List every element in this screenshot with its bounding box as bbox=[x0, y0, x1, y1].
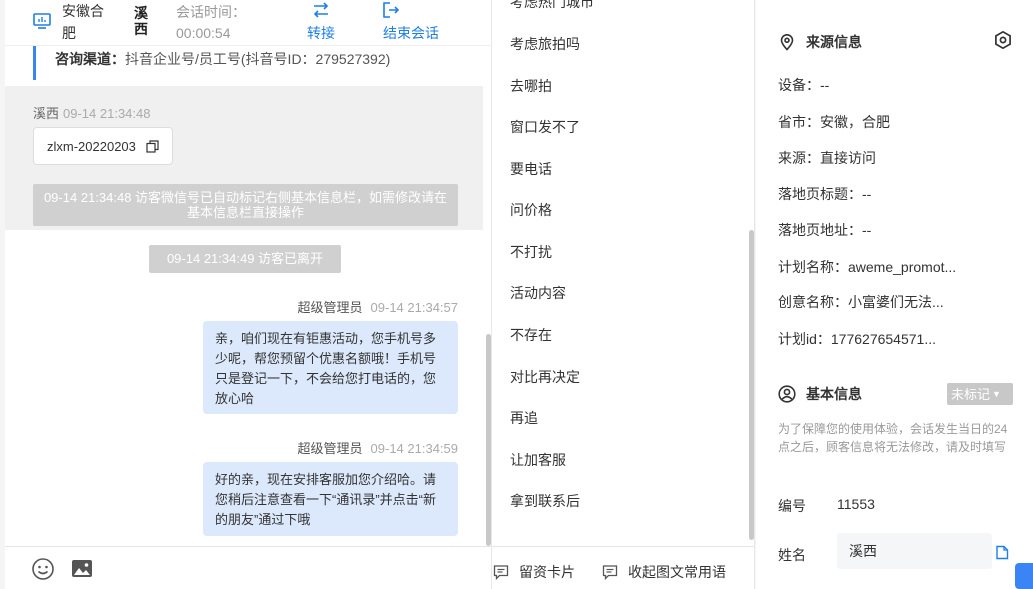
quick-reply-item[interactable]: 拿到联系后 bbox=[510, 491, 580, 511]
quick-reply-item[interactable]: 活动内容 bbox=[510, 283, 566, 303]
user-circle-icon bbox=[778, 385, 796, 403]
name-label: 姓名 bbox=[778, 547, 806, 563]
session-time-label: 会话时间： bbox=[176, 4, 246, 20]
agent-message-bubble: 亲，咱们现在有钜惠活动，您手机号多少呢，帮您预留个优惠名额哦！手机号只是登记一下… bbox=[203, 321, 458, 414]
quick-reply-scrollbar[interactable] bbox=[749, 230, 754, 540]
tag-dropdown-label: 未标记 bbox=[951, 387, 991, 402]
agent-sender: 超级管理员 bbox=[297, 441, 363, 456]
chat-header: 安徽合肥 溪西 会话时间： 00:00:54 转接 结束会话 bbox=[5, 0, 491, 46]
visitor-name: 溪西 bbox=[134, 5, 148, 37]
card-icon bbox=[493, 565, 509, 580]
monitor-icon bbox=[33, 13, 51, 29]
image-icon[interactable] bbox=[70, 557, 94, 581]
source-info-line: 设备：-- bbox=[778, 77, 830, 93]
source-info-line: 计划名称：aweme_promot... bbox=[778, 259, 957, 275]
basic-info-label: 基本信息 bbox=[806, 386, 862, 402]
location-pin-icon bbox=[780, 34, 794, 51]
lead-card-button[interactable]: 留资卡片 bbox=[493, 562, 575, 582]
collapse-phrases-label: 收起图文常用语 bbox=[628, 564, 726, 580]
channel-info: 咨询渠道：抖音企业号/员工号(抖音号ID：279527392) bbox=[33, 46, 458, 80]
quick-reply-item[interactable]: 考虑旅拍吗 bbox=[510, 34, 580, 54]
id-value: 11553 bbox=[837, 496, 875, 512]
channel-value: 抖音企业号/员工号(抖音号ID：279527392) bbox=[125, 51, 391, 67]
source-info-label: 来源信息 bbox=[806, 34, 862, 50]
tag-dropdown[interactable]: 未标记 ▼ bbox=[947, 383, 1013, 405]
caret-down-icon: ▼ bbox=[992, 389, 1001, 399]
quick-reply-item[interactable]: 要电话 bbox=[510, 159, 552, 179]
agent-message-time: 09-14 21:34:57 bbox=[370, 300, 458, 315]
quick-reply-item[interactable]: 对比再决定 bbox=[510, 367, 580, 387]
quick-reply-panel: 考虑热门城市考虑旅拍吗去哪拍窗口发不了要电话问价格不打扰活动内容不存在对比再决定… bbox=[492, 0, 755, 589]
source-info-line: 落地页标题：-- bbox=[778, 186, 872, 202]
basic-info-title: 基本信息 bbox=[778, 384, 862, 404]
exit-icon bbox=[383, 2, 400, 18]
agent-message-meta: 超级管理员 09-14 21:34:59 bbox=[298, 438, 458, 457]
system-message: 09-14 21:34:49 访客已离开 bbox=[149, 245, 341, 273]
source-info-line: 创意名称：小富婆们无法... bbox=[778, 294, 944, 310]
source-info-line: 来源：直接访问 bbox=[778, 150, 876, 166]
quick-reply-toolbar: 留资卡片 收起图文常用语 bbox=[492, 546, 754, 589]
channel-label: 咨询渠道： bbox=[55, 51, 125, 67]
transfer-icon bbox=[313, 2, 329, 18]
emoji-icon[interactable] bbox=[31, 557, 55, 581]
message-list[interactable]: 咨询渠道：抖音企业号/员工号(抖音号ID：279527392) 溪西 09-14 … bbox=[5, 46, 491, 546]
customer-info-panel: 来源信息 设备：-- 省市：安徽，合肥 来源：直接访问 落地页标题：-- 落地页地址：-… bbox=[756, 0, 1033, 589]
quick-reply-item[interactable]: 去哪拍 bbox=[510, 76, 552, 96]
name-field[interactable]: 溪西 bbox=[837, 533, 992, 569]
copy-icon[interactable] bbox=[995, 545, 1010, 560]
end-session-label: 结束会话 bbox=[383, 25, 439, 41]
collapse-phrases-button[interactable]: 收起图文常用语 bbox=[602, 562, 726, 582]
source-info-line: 落地页地址：-- bbox=[778, 222, 872, 238]
chat-scrollbar[interactable] bbox=[486, 334, 491, 546]
source-info-line: 计划id：177627654571... bbox=[778, 331, 936, 347]
agent-sender: 超级管理员 bbox=[297, 300, 363, 315]
id-label: 编号 bbox=[778, 498, 806, 514]
floating-action-button[interactable] bbox=[1015, 563, 1033, 589]
lead-card-label: 留资卡片 bbox=[519, 564, 575, 580]
agent-message-time: 09-14 21:34:59 bbox=[370, 441, 458, 456]
visitor-location: 安徽合肥 bbox=[62, 3, 104, 41]
quick-reply-item[interactable]: 窗口发不了 bbox=[510, 117, 580, 137]
system-message: 09-14 21:34:48 访客微信号已自动标记右侧基本信息栏，如需修改请在基… bbox=[33, 184, 458, 226]
visitor-message-meta: 溪西 09-14 21:34:48 bbox=[33, 103, 150, 122]
source-info-title: 来源信息 bbox=[778, 32, 862, 52]
edit-notice: 为了保障您的使用体验，会话发生当日的24点之后，顾客信息将无法修改，请及时填写 bbox=[778, 422, 1008, 454]
quick-reply-item[interactable]: 问价格 bbox=[510, 200, 552, 220]
copy-icon[interactable] bbox=[146, 140, 159, 153]
agent-message-bubble: 好的亲，现在安排客服加您介绍哈。请您稍后注意查看一下“通讯录”并点击“新的朋友”… bbox=[203, 462, 458, 536]
settings-icon[interactable] bbox=[993, 30, 1013, 50]
visitor-sender: 溪西 bbox=[33, 106, 60, 121]
quick-reply-item[interactable]: 不存在 bbox=[510, 325, 552, 345]
chat-panel: 安徽合肥 溪西 会话时间： 00:00:54 转接 结束会话 咨询渠道：抖音企业… bbox=[5, 0, 492, 589]
transfer-button[interactable]: 转接 bbox=[307, 0, 335, 43]
source-info-line: 省市：安徽，合肥 bbox=[778, 114, 890, 130]
chat-toolbar bbox=[5, 546, 491, 589]
visitor-message-time: 09-14 21:34:48 bbox=[63, 106, 151, 121]
transfer-label: 转接 bbox=[307, 25, 335, 41]
quick-reply-item[interactable]: 不打扰 bbox=[510, 242, 552, 262]
session-time: 00:00:54 bbox=[176, 25, 231, 41]
message-icon bbox=[602, 565, 618, 580]
quick-reply-item[interactable]: 考虑热门城市 bbox=[510, 0, 594, 12]
agent-message-meta: 超级管理员 09-14 21:34:57 bbox=[298, 297, 458, 316]
quick-reply-item[interactable]: 让加客服 bbox=[510, 450, 566, 470]
file-name: zlxm-20220203 bbox=[47, 139, 136, 154]
end-session-button[interactable]: 结束会话 bbox=[383, 0, 439, 43]
quick-reply-item[interactable]: 再追 bbox=[510, 408, 538, 428]
file-message[interactable]: zlxm-20220203 bbox=[33, 127, 173, 165]
